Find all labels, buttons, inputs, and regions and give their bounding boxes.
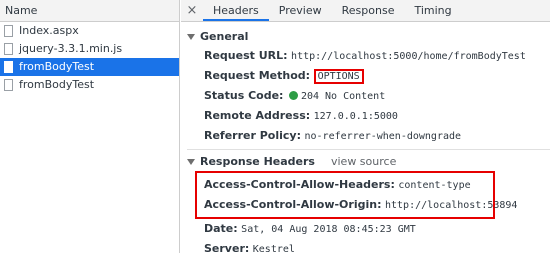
header-value-highlighted: OPTIONS [313, 69, 364, 84]
request-details-panel: × Headers Preview Response Timing Genera… [181, 0, 550, 253]
request-name: fromBodyTest [19, 60, 95, 73]
header-value: 127.0.0.1:5000 [313, 111, 398, 122]
date-row: Date: Sat, 04 Aug 2018 08:45:23 GMT [187, 219, 550, 239]
header-key: Referrer Policy: [204, 129, 301, 142]
header-key: Remote Address: [204, 109, 311, 122]
server-row: Server: Kestrel [187, 239, 550, 253]
file-icon [4, 61, 13, 73]
file-icon [4, 43, 13, 55]
request-name: Index.aspx [19, 24, 79, 37]
tab-headers[interactable]: Headers [203, 0, 269, 21]
header-key: Server: [204, 242, 250, 253]
expand-triangle-icon [187, 159, 195, 165]
view-source-link[interactable]: view source [331, 153, 396, 171]
header-value: Sat, 04 Aug 2018 08:45:23 GMT [241, 224, 416, 235]
tab-preview[interactable]: Preview [269, 0, 332, 21]
cors-headers-highlight: Access-Control-Allow-Headers: content-ty… [195, 171, 517, 219]
header-value: no-referrer-when-downgrade [304, 131, 462, 142]
details-tab-bar: × Headers Preview Response Timing [181, 0, 550, 22]
header-value: Kestrel [252, 244, 295, 253]
name-column-header[interactable]: Name [0, 0, 179, 22]
status-ok-icon [288, 91, 298, 100]
response-headers-section-toggle[interactable]: Response Headers view source [187, 153, 550, 171]
headers-content: General Request URL: http://localhost:50… [181, 22, 550, 253]
header-key: Request Method: [204, 69, 311, 82]
request-name: jquery-3.3.1.min.js [19, 42, 123, 55]
request-row-index[interactable]: Index.aspx [0, 22, 179, 40]
request-method-row: Request Method: OPTIONS [187, 66, 550, 86]
header-key: Request URL: [204, 49, 288, 62]
header-value: http://localhost:53894 [384, 200, 518, 211]
request-row-frombodytest[interactable]: fromBodyTest [0, 76, 179, 94]
referrer-policy-row: Referrer Policy: no-referrer-when-downgr… [187, 126, 550, 146]
acao-row: Access-Control-Allow-Origin: http://loca… [204, 195, 517, 215]
header-key: Access-Control-Allow-Headers: [204, 178, 395, 191]
request-list-panel: Name Index.aspx jquery-3.3.1.min.js from… [0, 0, 180, 253]
expand-triangle-icon [187, 34, 195, 40]
acah-row: Access-Control-Allow-Headers: content-ty… [204, 175, 493, 195]
header-key: Status Code: [204, 89, 284, 102]
file-icon [4, 25, 13, 37]
tab-timing[interactable]: Timing [404, 0, 461, 21]
close-icon[interactable]: × [181, 0, 203, 21]
divider [187, 149, 550, 150]
header-value: http://localhost:5000/home/fromBodyTest [291, 51, 526, 62]
header-value: content-type [398, 180, 471, 191]
header-value: 204 No Content [300, 91, 386, 102]
tab-response[interactable]: Response [332, 0, 405, 21]
section-title: Response Headers [200, 155, 315, 168]
section-title: General [200, 30, 249, 43]
request-row-frombodytest-selected[interactable]: fromBodyTest [0, 58, 179, 76]
file-icon [4, 79, 13, 91]
request-url-row: Request URL: http://localhost:5000/home/… [187, 46, 550, 66]
status-code-row: Status Code: 204 No Content [187, 86, 550, 106]
request-name: fromBodyTest [19, 78, 95, 91]
general-section-toggle[interactable]: General [187, 28, 550, 46]
header-key: Date: [204, 222, 238, 235]
remote-address-row: Remote Address: 127.0.0.1:5000 [187, 106, 550, 126]
header-key: Access-Control-Allow-Origin: [204, 198, 382, 211]
request-row-jquery[interactable]: jquery-3.3.1.min.js [0, 40, 179, 58]
